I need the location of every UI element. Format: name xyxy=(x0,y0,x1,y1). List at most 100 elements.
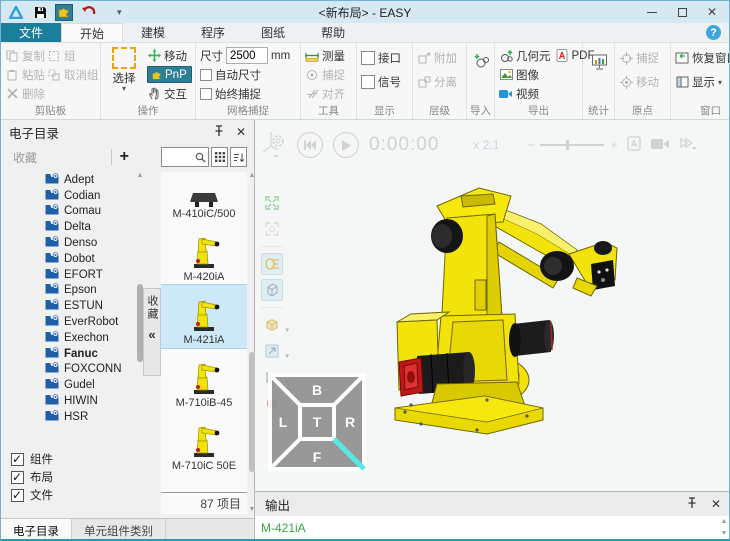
show-dropdown-icon[interactable]: ▾ xyxy=(718,78,722,87)
ribbon-tab[interactable]: 图纸 xyxy=(243,23,303,42)
viewport-3d[interactable]: 0:00:00 x 2.1 − + ▾ ▾ ▾ xyxy=(255,120,730,491)
snap-button[interactable]: 捕捉 xyxy=(305,65,354,84)
sort-button[interactable] xyxy=(230,147,247,167)
robot-model-3d[interactable] xyxy=(391,184,627,440)
pin-icon[interactable] xyxy=(214,125,224,140)
pnp-button[interactable]: PnP xyxy=(147,65,192,84)
model-list-item[interactable]: M-710iC 50E xyxy=(161,411,247,474)
help-button[interactable]: ? xyxy=(706,25,721,40)
wireframe-cube-button[interactable] xyxy=(261,279,283,301)
tab-file[interactable]: 文件 xyxy=(1,23,61,42)
filter-checkbox[interactable] xyxy=(11,471,24,484)
export-geometry-button[interactable]: 几何元 xyxy=(499,46,551,65)
vendor-tree-item[interactable]: Fanuc xyxy=(1,346,135,362)
model-list-item[interactable]: M-421iA xyxy=(161,285,247,348)
origin-snap-button[interactable]: 捕捉 xyxy=(619,46,668,70)
catalog-close-icon[interactable]: ✕ xyxy=(236,125,246,139)
undo-icon[interactable] xyxy=(79,4,97,21)
vendor-tree-item[interactable]: EverRobot xyxy=(1,314,135,330)
record-video-icon[interactable] xyxy=(651,138,669,153)
speed-slider-handle[interactable] xyxy=(566,140,569,150)
quick-access-more-icon[interactable]: ▾ xyxy=(117,7,122,18)
collapse-panel-button[interactable]: « xyxy=(148,327,155,342)
copy-button[interactable]: 复制 xyxy=(5,46,45,65)
grid-view-button[interactable] xyxy=(211,147,228,167)
filter-checkbox[interactable] xyxy=(11,489,24,502)
filter-checkbox-row[interactable]: 文件 xyxy=(11,486,53,504)
move-button[interactable]: 移动 xyxy=(147,46,192,65)
interface-checkbox-row[interactable]: 接口 xyxy=(361,46,410,70)
fit-view-button[interactable] xyxy=(261,192,283,214)
align-button[interactable]: 对齐 xyxy=(305,84,354,103)
view-cube[interactable]: B L T R F xyxy=(267,372,367,472)
output-scrollbar[interactable]: ▲ ▼ xyxy=(719,516,729,540)
tree-scroll-up-icon[interactable]: ▲ xyxy=(136,172,144,180)
vendor-tree-item[interactable]: Codian xyxy=(1,188,135,204)
play-button[interactable] xyxy=(333,132,359,158)
ungroup-button[interactable]: 取消组 xyxy=(47,65,99,84)
import-geometry-button[interactable] xyxy=(471,46,492,76)
fit-selection-button[interactable] xyxy=(261,218,283,240)
delete-button[interactable]: 删除 xyxy=(5,84,45,103)
paste-button[interactable]: 粘贴 xyxy=(5,65,45,84)
restore-window-button[interactable]: 恢复窗口 xyxy=(675,46,730,70)
vendor-tree-item[interactable]: FOXCONN xyxy=(1,362,135,378)
render-mode-button[interactable] xyxy=(261,253,283,275)
origin-move-button[interactable]: 移动 xyxy=(619,70,668,94)
model-list-item[interactable]: M-420iA xyxy=(161,222,247,285)
maximize-button[interactable] xyxy=(667,1,697,23)
shaded-cube-button[interactable]: ▾ xyxy=(261,314,283,336)
app-logo-icon[interactable] xyxy=(7,4,25,21)
always-snap-checkbox[interactable] xyxy=(200,88,212,100)
ribbon-tab[interactable]: 开始 xyxy=(61,23,123,42)
export-video-button[interactable]: 视频 xyxy=(499,84,551,103)
catalog-bottom-tab[interactable]: 单元组件类别 xyxy=(72,519,166,541)
group-button[interactable]: 组 xyxy=(47,46,99,65)
ribbon-tab[interactable]: 建模 xyxy=(123,23,183,42)
vendor-tree-item[interactable]: Comau xyxy=(1,204,135,220)
measure-button[interactable]: 测量 xyxy=(305,46,354,65)
vendor-tree-item[interactable]: HIWIN xyxy=(1,393,135,409)
size-input[interactable] xyxy=(226,47,268,64)
export-image-button[interactable]: 图像 xyxy=(499,65,551,84)
vendor-tree-item[interactable]: Gudel xyxy=(1,377,135,393)
select-button[interactable]: 选择 ▾ xyxy=(105,46,143,103)
always-snap-checkbox-row[interactable]: 始终捕捉 xyxy=(200,84,298,103)
filter-checkbox[interactable] xyxy=(11,453,24,466)
catalog-bottom-tab[interactable]: 电子目录 xyxy=(1,519,72,541)
detach-button[interactable]: 分离 xyxy=(417,70,464,94)
show-window-button[interactable]: 显示▾ xyxy=(675,70,730,94)
filter-checkbox-row[interactable]: 布局 xyxy=(11,468,53,486)
ribbon-tab[interactable]: 程序 xyxy=(183,23,243,42)
world-axes-settings-icon[interactable] xyxy=(261,130,287,161)
add-favorite-button[interactable]: + xyxy=(112,148,137,166)
export-pdf-viewport-icon[interactable] xyxy=(627,136,641,154)
output-scroll-up-icon[interactable]: ▲ xyxy=(719,518,729,526)
vendor-tree-item[interactable]: ESTUN xyxy=(1,298,135,314)
interface-checkbox[interactable] xyxy=(361,51,375,65)
signal-checkbox[interactable] xyxy=(361,75,375,89)
auto-size-checkbox[interactable] xyxy=(200,69,212,81)
vendor-tree-item[interactable]: Epson xyxy=(1,283,135,299)
model-list-item[interactable]: M-710iB-45 xyxy=(161,348,247,411)
save-icon[interactable] xyxy=(31,4,49,21)
model-list-item[interactable]: M-410iC/500 xyxy=(161,172,247,222)
output-close-icon[interactable]: ✕ xyxy=(711,497,721,511)
speed-slider[interactable]: − + xyxy=(527,138,617,152)
vendor-tree-item[interactable]: EFORT xyxy=(1,267,135,283)
output-scroll-down-icon[interactable]: ▼ xyxy=(719,530,729,538)
model-search-input[interactable] xyxy=(161,147,209,167)
render-options-icon[interactable] xyxy=(679,137,697,154)
signal-checkbox-row[interactable]: 信号 xyxy=(361,70,410,94)
close-button[interactable]: ✕ xyxy=(697,1,727,23)
rewind-button[interactable] xyxy=(297,132,323,158)
select-dropdown-icon[interactable]: ▾ xyxy=(105,86,143,91)
auto-size-checkbox-row[interactable]: 自动尺寸 xyxy=(200,65,298,84)
statistics-button[interactable] xyxy=(587,46,612,76)
filter-checkbox-row[interactable]: 组件 xyxy=(11,450,53,468)
minimize-button[interactable] xyxy=(637,1,667,23)
vendor-tree-item[interactable]: Dobot xyxy=(1,251,135,267)
speed-plus-icon[interactable]: + xyxy=(610,138,617,152)
favorites-side-tab[interactable]: 收藏 « xyxy=(143,288,161,376)
frame-select-button[interactable]: ▾ xyxy=(261,340,283,362)
